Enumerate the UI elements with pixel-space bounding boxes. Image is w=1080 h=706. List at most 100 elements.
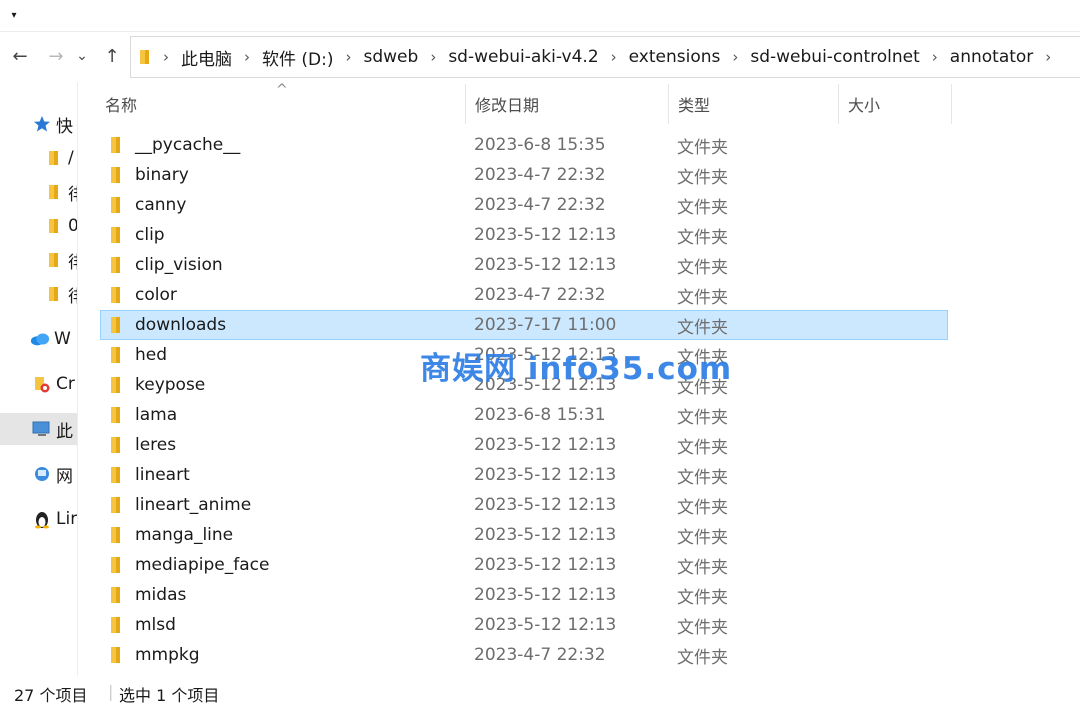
- file-date: 2023-5-12 12:13: [474, 255, 617, 275]
- breadcrumb-controlnet[interactable]: sd-webui-controlnet: [750, 47, 919, 67]
- file-row[interactable]: midas 2023-5-12 12:13 文件夹: [100, 580, 948, 610]
- nav-item-pinned-1[interactable]: /: [0, 143, 77, 173]
- column-header-name[interactable]: 名称: [96, 84, 466, 124]
- file-type: 文件夹: [677, 647, 728, 668]
- forward-button[interactable]: →: [44, 44, 68, 68]
- nav-item-label: 快: [56, 116, 73, 137]
- recent-locations-button[interactable]: ⌄: [72, 44, 92, 68]
- nav-item-label: 网: [56, 466, 73, 487]
- breadcrumb-extensions[interactable]: extensions: [629, 47, 721, 67]
- nav-item-creative-cloud[interactable]: Cr: [0, 369, 77, 399]
- nav-item-linux[interactable]: Lir: [0, 504, 78, 534]
- breadcrumb-separator[interactable]: ›: [430, 48, 436, 66]
- file-row[interactable]: binary 2023-4-7 22:32 文件夹: [100, 160, 948, 190]
- breadcrumb-separator[interactable]: ›: [163, 48, 169, 66]
- up-button[interactable]: ↑: [100, 44, 124, 68]
- nav-item-label: 徘: [68, 180, 77, 205]
- file-name: mediapipe_face: [135, 555, 270, 575]
- nav-item-pinned-5[interactable]: 徘: [0, 279, 77, 309]
- back-button[interactable]: ←: [8, 44, 32, 68]
- breadcrumb-this-pc[interactable]: 此电脑: [181, 45, 232, 70]
- breadcrumb-separator[interactable]: ›: [732, 48, 738, 66]
- linux-icon: [32, 509, 52, 529]
- breadcrumb-separator[interactable]: ›: [1045, 48, 1051, 66]
- breadcrumb-separator[interactable]: ›: [244, 48, 250, 66]
- file-row[interactable]: mediapipe_face 2023-5-12 12:13 文件夹: [100, 550, 948, 580]
- file-row[interactable]: lama 2023-6-8 15:31 文件夹: [100, 400, 948, 430]
- file-row[interactable]: lineart_anime 2023-5-12 12:13 文件夹: [100, 490, 948, 520]
- file-date: 2023-5-12 12:13: [474, 585, 617, 605]
- status-divider: |: [108, 682, 114, 701]
- breadcrumb-separator[interactable]: ›: [346, 48, 352, 66]
- file-type: 文件夹: [677, 497, 728, 518]
- creative-cloud-icon: [32, 374, 52, 394]
- column-header-date[interactable]: 修改日期: [466, 84, 669, 124]
- file-date: 2023-4-7 22:32: [474, 285, 606, 305]
- breadcrumb-sdweb[interactable]: sdweb: [364, 47, 419, 67]
- nav-item-label: 徘: [68, 282, 77, 307]
- nav-item-label: /: [68, 148, 74, 168]
- nav-item-quick-access[interactable]: 快: [0, 109, 77, 139]
- folder-icon: [109, 161, 127, 189]
- column-header-size[interactable]: 大小: [839, 84, 952, 124]
- column-headers: ^ 名称 修改日期 类型 大小: [96, 82, 956, 124]
- file-row[interactable]: clip_vision 2023-5-12 12:13 文件夹: [100, 250, 948, 280]
- breadcrumb-drive-d[interactable]: 软件 (D:): [262, 45, 334, 70]
- file-name: manga_line: [135, 525, 234, 545]
- file-name: lineart_anime: [135, 495, 252, 515]
- file-type: 文件夹: [677, 257, 728, 278]
- status-bar: 27 个项目 | 选中 1 个项目: [0, 676, 1080, 706]
- folder-icon: [109, 551, 127, 579]
- folder-icon: [140, 50, 149, 64]
- file-name: midas: [135, 585, 187, 605]
- file-name: leres: [135, 435, 177, 455]
- file-type: 文件夹: [677, 617, 728, 638]
- file-row[interactable]: mlsd 2023-5-12 12:13 文件夹: [100, 610, 948, 640]
- folder-icon: [109, 251, 127, 279]
- star-icon: [32, 114, 52, 134]
- file-name: mmpkg: [135, 645, 200, 665]
- nav-item-label: 0: [68, 216, 78, 236]
- file-row[interactable]: leres 2023-5-12 12:13 文件夹: [100, 430, 948, 460]
- file-row[interactable]: clip 2023-5-12 12:13 文件夹: [100, 220, 948, 250]
- file-type: 文件夹: [677, 197, 728, 218]
- breadcrumb-annotator[interactable]: annotator: [950, 47, 1034, 67]
- ribbon-toggle-icon[interactable]: ▾: [8, 10, 20, 22]
- file-row[interactable]: manga_line 2023-5-12 12:13 文件夹: [100, 520, 948, 550]
- file-row[interactable]: canny 2023-4-7 22:32 文件夹: [100, 190, 948, 220]
- file-date: 2023-5-12 12:13: [474, 225, 617, 245]
- file-name: color: [135, 285, 177, 305]
- file-type: 文件夹: [677, 437, 728, 458]
- file-date: 2023-4-7 22:32: [474, 645, 606, 665]
- folder-icon: [109, 311, 127, 339]
- file-date: 2023-5-12 12:13: [474, 435, 617, 455]
- nav-item-network[interactable]: 网: [0, 459, 77, 489]
- file-name: __pycache__: [135, 135, 241, 155]
- file-name: clip_vision: [135, 255, 223, 275]
- file-type: 文件夹: [677, 527, 728, 548]
- file-date: 2023-4-7 22:32: [474, 195, 606, 215]
- file-type: 文件夹: [677, 227, 728, 248]
- address-bar[interactable]: › 此电脑 › 软件 (D:) › sdweb › sd-webui-aki-v…: [130, 36, 1080, 78]
- nav-item-pinned-2[interactable]: 徘: [0, 177, 77, 207]
- file-row[interactable]: mmpkg 2023-4-7 22:32 文件夹: [100, 640, 948, 670]
- file-row[interactable]: __pycache__ 2023-6-8 15:35 文件夹: [100, 130, 948, 160]
- column-header-type[interactable]: 类型: [669, 84, 839, 124]
- nav-item-this-pc[interactable]: 此: [0, 413, 77, 445]
- nav-item-pinned-4[interactable]: 徘: [0, 245, 77, 275]
- file-row[interactable]: lineart 2023-5-12 12:13 文件夹: [100, 460, 948, 490]
- selection-count: 选中 1 个项目: [119, 686, 220, 705]
- nav-item-onedrive[interactable]: W: [0, 324, 77, 354]
- file-row[interactable]: downloads 2023-7-17 11:00 文件夹: [100, 310, 948, 340]
- folder-icon: [109, 491, 127, 519]
- file-type: 文件夹: [677, 467, 728, 488]
- file-row[interactable]: color 2023-4-7 22:32 文件夹: [100, 280, 948, 310]
- nav-item-label: Lir: [56, 509, 78, 529]
- breadcrumb-separator[interactable]: ›: [932, 48, 938, 66]
- breadcrumb-separator[interactable]: ›: [611, 48, 617, 66]
- breadcrumb-sd-webui-aki[interactable]: sd-webui-aki-v4.2: [448, 47, 598, 67]
- folder-icon: [109, 521, 127, 549]
- nav-item-pinned-3[interactable]: 0: [0, 211, 78, 241]
- computer-icon: [32, 419, 52, 439]
- file-date: 2023-5-12 12:13: [474, 615, 617, 635]
